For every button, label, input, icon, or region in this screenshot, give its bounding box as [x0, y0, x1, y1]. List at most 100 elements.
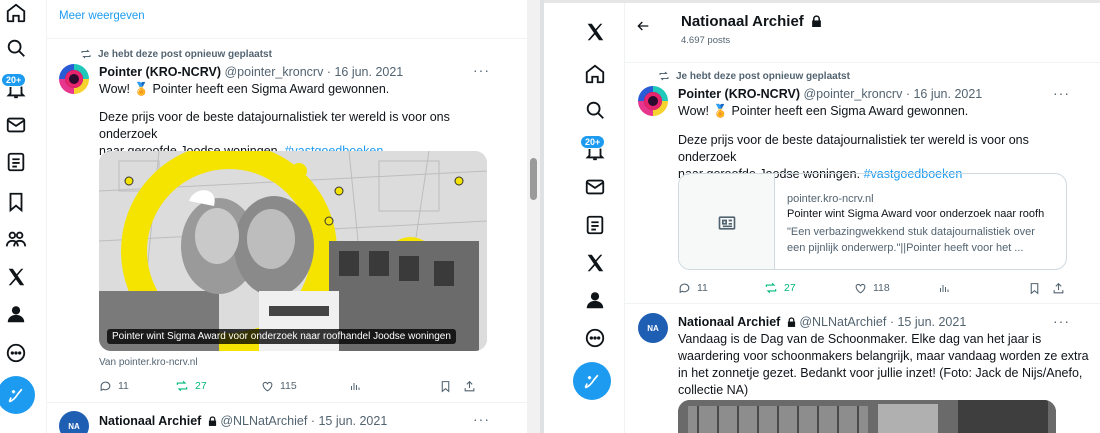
x-logo-icon[interactable] — [3, 264, 29, 290]
post-text-line2: Deze prijs voor de beste datajournalisti… — [678, 133, 1029, 164]
heart-icon — [262, 381, 273, 391]
analytics-icon — [940, 285, 949, 292]
column-border — [46, 0, 47, 433]
reply-button[interactable]: 11 — [99, 380, 175, 393]
action-bar: 11 27 118 — [678, 281, 1068, 295]
author-handle[interactable]: @pointer_kroncrv — [803, 87, 902, 101]
post-date[interactable]: · 16 jun. 2021 — [906, 87, 982, 101]
repost-icon — [765, 282, 777, 294]
more-options-icon[interactable] — [582, 325, 608, 351]
compose-post-button[interactable] — [0, 376, 35, 414]
analytics-icon — [351, 383, 360, 390]
post-text-line2: waardering voor schoonmakers belangrijk,… — [678, 349, 1089, 363]
lock-icon — [208, 416, 216, 426]
x-premium-icon[interactable] — [582, 250, 608, 276]
bookmark-icon[interactable] — [3, 189, 29, 215]
bookmark-button[interactable] — [1028, 282, 1052, 295]
post-text-line3: in het zonnetje gezet. Bedankt voor jull… — [678, 366, 1083, 380]
repost-icon — [81, 49, 91, 59]
lists-icon[interactable] — [3, 149, 29, 175]
divider — [625, 62, 1100, 63]
post-text-line1: Vandaag is de Dag van de Schoonmaker. El… — [678, 332, 1042, 346]
mail-icon[interactable] — [3, 112, 29, 138]
more-icon[interactable]: ··· — [1053, 313, 1070, 329]
post-date[interactable]: · 15 jun. 2021 — [311, 414, 387, 428]
card-source[interactable]: Van pointer.kro-ncrv.nl — [99, 357, 198, 368]
like-button[interactable]: 118 — [854, 282, 938, 295]
lists-icon[interactable] — [582, 212, 608, 238]
like-button[interactable]: 115 — [261, 380, 349, 393]
scrollbar-track[interactable] — [527, 0, 540, 433]
search-icon[interactable] — [3, 35, 29, 61]
notification-badge: 20+ — [580, 135, 606, 149]
window-top-border — [544, 0, 1100, 3]
reply-icon — [100, 381, 111, 391]
repost-button[interactable]: 27 — [175, 379, 261, 393]
home-icon[interactable] — [3, 0, 29, 26]
share-icon — [464, 380, 475, 391]
bookmark-button[interactable] — [439, 380, 463, 393]
repost-count: 27 — [195, 380, 207, 392]
lock-icon — [787, 317, 795, 327]
post-text-line2: Deze prijs voor de beste datajournalisti… — [99, 110, 450, 141]
lock-icon — [812, 15, 821, 27]
more-icon[interactable]: ··· — [473, 62, 490, 78]
author-name[interactable]: Nationaal Archief — [99, 414, 201, 428]
avatar[interactable] — [59, 64, 89, 94]
communities-icon[interactable] — [3, 226, 29, 252]
reply-count: 11 — [697, 282, 708, 294]
author-name[interactable]: Pointer (KRO-NCRV) — [99, 65, 221, 79]
repost-button[interactable]: 27 — [764, 281, 854, 295]
avatar[interactable] — [638, 86, 668, 116]
compose-post-button[interactable] — [573, 362, 611, 400]
author-name[interactable]: Nationaal Archief — [678, 315, 780, 329]
author-name[interactable]: Pointer (KRO-NCRV) — [678, 87, 800, 101]
scrollbar-thumb[interactable] — [530, 158, 537, 200]
more-options-icon[interactable] — [3, 340, 29, 366]
back-icon[interactable] — [635, 18, 651, 39]
like-count: 118 — [873, 282, 890, 294]
share-button[interactable] — [1052, 282, 1065, 295]
mail-icon[interactable] — [582, 174, 608, 200]
avatar[interactable]: NA — [638, 313, 668, 343]
reply-button[interactable]: 11 — [678, 282, 764, 295]
views-button[interactable] — [938, 282, 1028, 294]
post-image[interactable] — [678, 400, 1056, 433]
avatar[interactable]: NA — [59, 411, 89, 433]
post-text: Vandaag is de Dag van de Schoonmaker. El… — [678, 331, 1089, 399]
views-button[interactable] — [349, 380, 439, 392]
x-logo-icon[interactable] — [582, 19, 608, 45]
image-caption: Pointer wint Sigma Award voor onderzoek … — [107, 329, 456, 344]
repost-note-text: Je hebt deze post opnieuw geplaatst — [98, 48, 272, 60]
heart-icon — [855, 283, 866, 293]
search-icon[interactable] — [582, 97, 608, 123]
show-more-link[interactable]: Meer weergeven — [59, 10, 145, 22]
post-date[interactable]: · 15 jun. 2021 — [890, 315, 966, 329]
author-handle[interactable]: @NLNatArchief — [799, 315, 886, 329]
header-title: Nationaal Archief — [681, 13, 822, 30]
post-image[interactable]: Pointer wint Sigma Award voor onderzoek … — [99, 151, 487, 351]
profile-icon[interactable] — [3, 301, 29, 327]
repost-note-text: Je hebt deze post opnieuw geplaatst — [676, 70, 850, 82]
post-date[interactable]: · 16 jun. 2021 — [327, 65, 403, 79]
photo-thumbnail — [678, 400, 1056, 433]
repost-note: Je hebt deze post opnieuw geplaatst — [658, 70, 850, 82]
bookmark-icon — [441, 380, 450, 393]
more-icon[interactable]: ··· — [473, 411, 490, 427]
more-icon[interactable]: ··· — [1053, 85, 1070, 101]
repost-icon — [659, 71, 669, 81]
share-icon — [1053, 282, 1064, 293]
card-desc-line1: "Een verbazingwekkend stuk datajournalis… — [787, 226, 1035, 238]
post-header: Pointer (KRO-NCRV) @pointer_kroncrv · 16… — [99, 65, 403, 79]
home-icon[interactable] — [582, 61, 608, 87]
like-count: 115 — [280, 380, 297, 392]
card-description: "Een verbazingwekkend stuk datajournalis… — [787, 224, 1035, 256]
card-title: Pointer wint Sigma Award voor onderzoek … — [787, 208, 1045, 220]
bookmark-icon — [1030, 282, 1039, 295]
profile-icon[interactable] — [582, 287, 608, 313]
author-handle[interactable]: @pointer_kroncrv — [224, 65, 323, 79]
share-button[interactable] — [463, 380, 476, 393]
link-card[interactable]: pointer.kro-ncrv.nl Pointer wint Sigma A… — [678, 173, 1067, 270]
reply-icon — [679, 283, 690, 293]
author-handle[interactable]: @NLNatArchief — [220, 414, 307, 428]
